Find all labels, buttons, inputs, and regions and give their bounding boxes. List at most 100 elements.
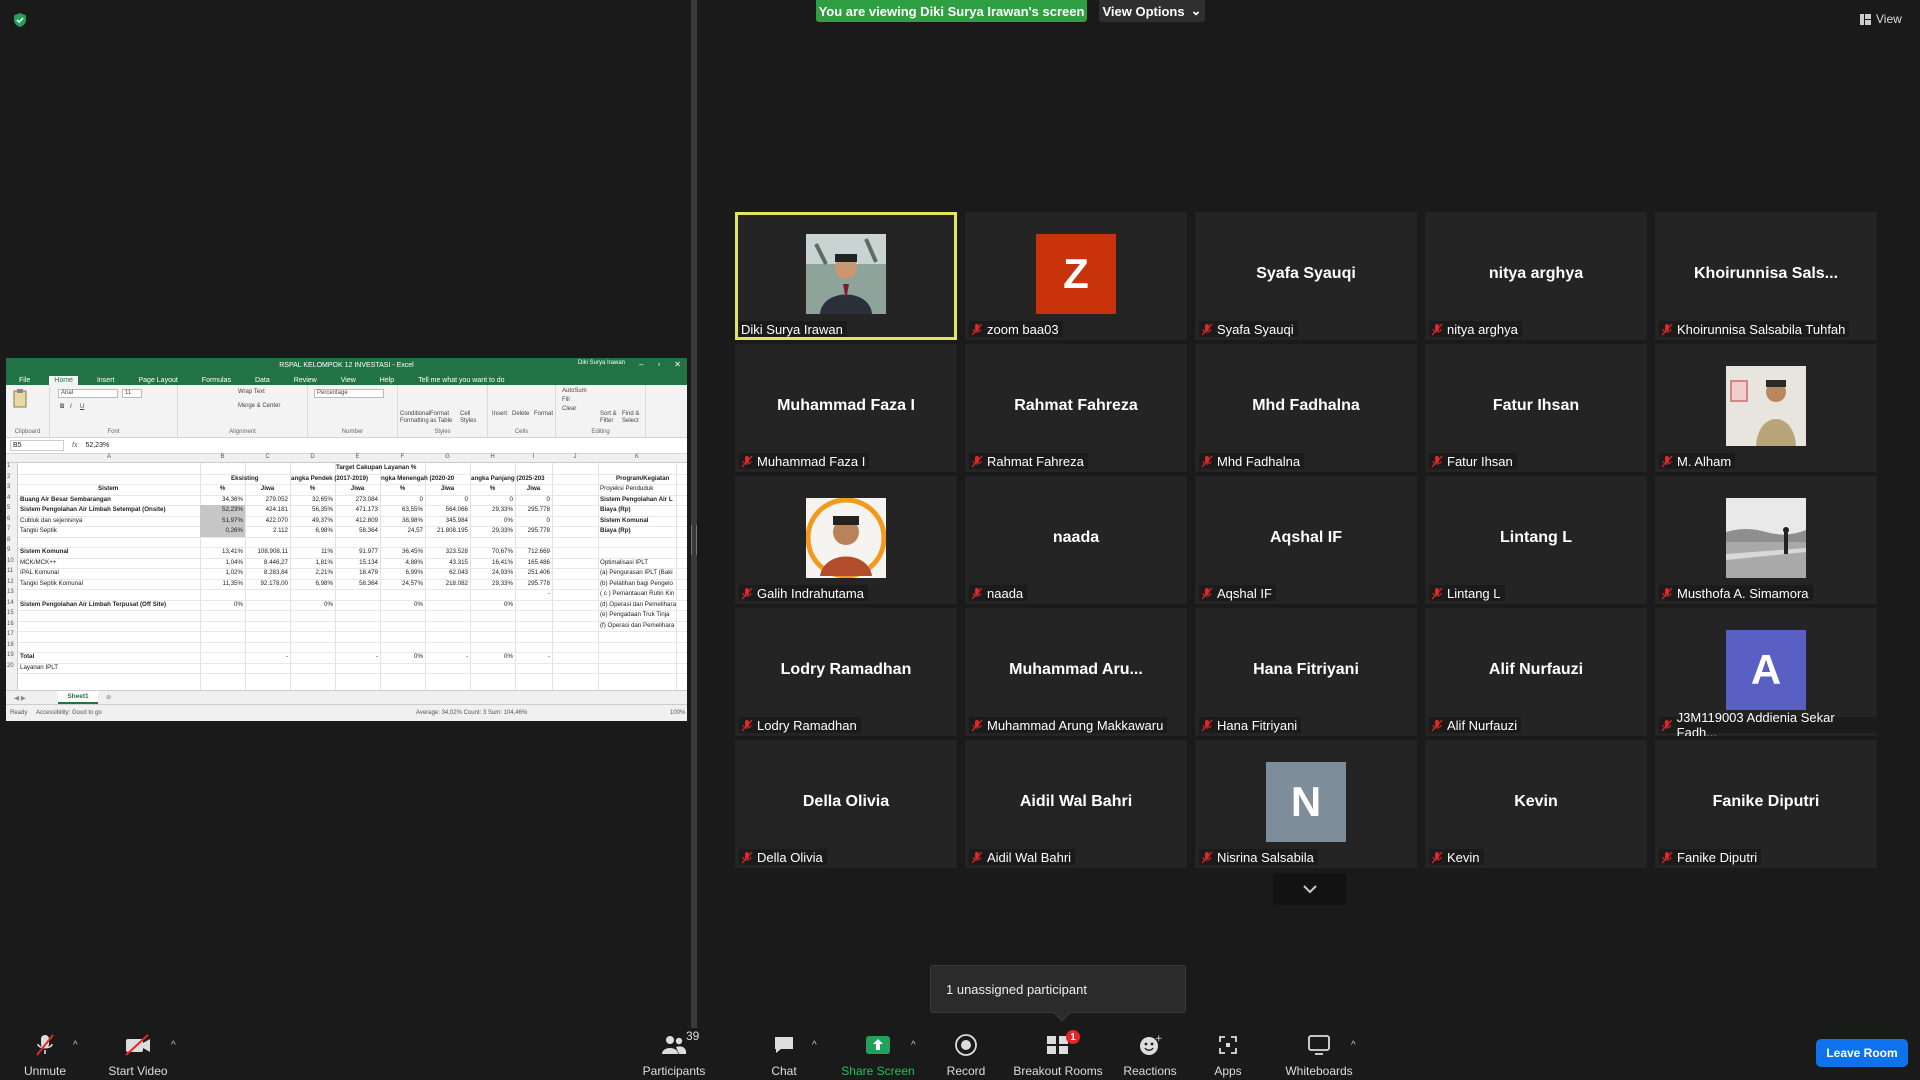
table-cell[interactable]: 29,33% (470, 580, 513, 588)
row-header[interactable]: 19 (7, 652, 14, 658)
table-cell[interactable]: (e) Pengadaan Truk Tinja (600, 611, 669, 619)
table-cell[interactable]: 2,21% (290, 569, 333, 577)
shield-check-icon[interactable] (12, 12, 28, 28)
chat-button[interactable]: Chat (764, 1028, 804, 1080)
start-video-button[interactable]: Start Video (108, 1028, 168, 1080)
column-header[interactable]: C (245, 454, 290, 460)
row-header[interactable]: 18 (7, 642, 14, 648)
table-cell[interactable]: 8.283,84 (245, 569, 288, 577)
row-header[interactable]: 10 (7, 558, 14, 564)
table-cell[interactable]: Cubluk dan sejenisnya (20, 517, 82, 525)
participants-button[interactable]: 39 Participants (636, 1028, 712, 1080)
view-button[interactable]: View (1860, 12, 1902, 26)
table-cell[interactable]: 295.778 (515, 580, 550, 588)
table-cell[interactable]: 471.173 (335, 506, 378, 514)
delete-cells-button[interactable]: Delete (512, 411, 529, 417)
row-header[interactable]: 2 (7, 474, 10, 480)
participant-tile[interactable]: N Nisrina Salsabila (1195, 740, 1417, 868)
apps-button[interactable]: Apps (1208, 1028, 1248, 1080)
ribbon-tab[interactable]: Formulas (197, 376, 236, 385)
row-header[interactable]: 12 (7, 579, 14, 585)
sheet-tab[interactable]: Sheet1 (58, 691, 98, 704)
table-cell[interactable]: 323.528 (425, 548, 468, 556)
number-format-select[interactable]: Percentage (314, 389, 384, 398)
ribbon-tab[interactable]: View (336, 376, 361, 385)
row-header[interactable]: 8 (7, 537, 10, 543)
table-cell[interactable]: 49,37% (290, 517, 333, 525)
table-cell[interactable]: (a) Pengurasan IPLT (Baki (600, 569, 673, 577)
table-cell[interactable]: 424.181 (245, 506, 288, 514)
table-cell[interactable]: 38,98% (380, 517, 423, 525)
table-cell[interactable]: Program/Kegiatan (616, 475, 669, 483)
column-header[interactable]: G (425, 454, 470, 460)
table-cell[interactable]: 108.908,11 (245, 548, 288, 556)
table-cell[interactable]: 564.066 (425, 506, 468, 514)
sort-filter-button[interactable]: Sort & Filter (600, 411, 622, 425)
participant-tile[interactable]: Fatur Ihsan Fatur Ihsan (1425, 344, 1647, 472)
participant-tile[interactable]: Hana Fitriyani Hana Fitriyani (1195, 608, 1417, 736)
table-cell[interactable]: 18.479 (335, 569, 378, 577)
table-cell[interactable]: 0% (380, 601, 423, 609)
row-header[interactable]: 11 (7, 568, 13, 574)
table-cell[interactable]: Total (20, 653, 34, 661)
participant-tile[interactable]: Fanike Diputri Fanike Diputri (1655, 740, 1877, 868)
table-cell[interactable]: - (425, 653, 468, 661)
table-cell[interactable]: 11% (290, 548, 333, 556)
table-cell[interactable]: ngka Menengah (2020-20 (381, 475, 454, 483)
tell-me-search[interactable]: Tell me what you want to do (413, 376, 509, 385)
font-name-select[interactable]: Arial (58, 389, 118, 398)
participant-tile[interactable]: Aqshal IF Aqshal IF (1195, 476, 1417, 604)
view-options-button[interactable]: View Options ⌄ (1099, 0, 1205, 22)
row-header[interactable]: 6 (7, 516, 10, 522)
table-cell[interactable]: 0% (290, 601, 333, 609)
table-cell[interactable]: 412.809 (335, 517, 378, 525)
chat-options-caret[interactable]: ^ (812, 1040, 817, 1051)
ribbon-tab[interactable]: Data (250, 376, 275, 385)
table-cell[interactable]: 0 (380, 496, 423, 504)
table-cell[interactable]: Layanan IPLT (20, 664, 58, 672)
table-cell[interactable]: 1,04% (200, 559, 243, 567)
table-cell[interactable]: - (515, 653, 550, 661)
formula-input[interactable]: 52,23% (85, 442, 109, 449)
column-header[interactable]: H (470, 454, 515, 460)
ribbon-tab[interactable]: Home (49, 376, 78, 385)
bold-icon[interactable]: B (60, 404, 64, 410)
table-cell[interactable]: Sistem Pengolahan Air Limbah Setempat (O… (20, 506, 166, 514)
table-cell[interactable]: IPAL Komunal (20, 569, 59, 577)
table-cell[interactable]: 21.808.195 (425, 527, 468, 535)
shared-screen-excel[interactable]: RSPAL KELOMPOK 12 INVESTASI - Excel Diki… (6, 358, 687, 721)
row-header[interactable]: 16 (7, 621, 14, 627)
ribbon-tab[interactable]: File (14, 376, 35, 385)
audio-options-caret[interactable]: ^ (73, 1040, 78, 1051)
share-options-caret[interactable]: ^ (911, 1040, 916, 1051)
autosum-button[interactable]: AutoSum (562, 388, 587, 394)
column-header[interactable]: I (515, 454, 552, 460)
table-cell[interactable]: 63,55% (380, 506, 423, 514)
table-cell[interactable]: 11,35% (200, 580, 243, 588)
table-cell[interactable]: Jiwa (335, 485, 380, 493)
table-cell[interactable]: 712.669 (515, 548, 550, 556)
table-cell[interactable]: 91.977 (335, 548, 378, 556)
table-cell[interactable]: Biaya (Rp) (600, 506, 631, 514)
split-divider[interactable] (691, 0, 697, 1028)
conditional-formatting-button[interactable]: Conditional Formatting (400, 411, 430, 425)
table-cell[interactable]: 2.112 (245, 527, 288, 535)
minimize-icon[interactable]: – (639, 360, 643, 369)
table-cell[interactable]: 422.070 (245, 517, 288, 525)
row-header[interactable]: 13 (7, 589, 14, 595)
underline-icon[interactable]: U (80, 404, 84, 410)
table-cell[interactable]: Sistem Komunal (600, 517, 648, 525)
ribbon-tab[interactable]: Help (375, 376, 399, 385)
table-cell[interactable]: Jiwa (425, 485, 470, 493)
video-options-caret[interactable]: ^ (171, 1040, 176, 1051)
table-cell[interactable]: Sistem (98, 485, 118, 493)
table-cell[interactable]: 32,65% (290, 496, 333, 504)
table-cell[interactable]: 0 (470, 496, 513, 504)
table-cell[interactable]: 0 (515, 496, 550, 504)
participant-tile[interactable]: Zzoom baa03 (965, 212, 1187, 340)
table-cell[interactable]: % (470, 485, 515, 493)
row-header[interactable]: 7 (7, 526, 10, 532)
column-header[interactable]: F (380, 454, 425, 460)
table-cell[interactable]: 295.778 (515, 527, 550, 535)
table-cell[interactable]: 29,33% (470, 527, 513, 535)
